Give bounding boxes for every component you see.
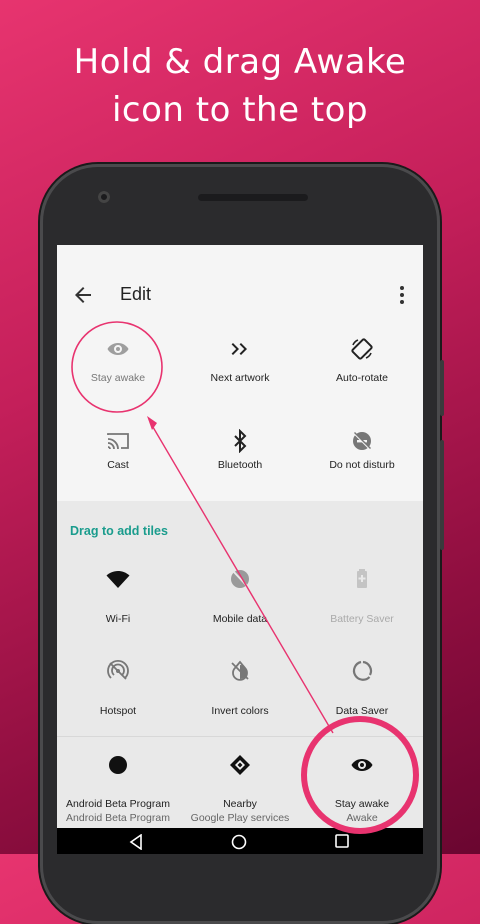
tile-label: Wi-Fi bbox=[105, 613, 131, 625]
tile-stay-awake[interactable]: Stay awake bbox=[57, 335, 179, 395]
eye-icon bbox=[107, 343, 129, 355]
volume-button bbox=[440, 440, 444, 550]
tile-invert-colors[interactable]: Invert colors bbox=[179, 659, 301, 719]
tile-sublabel: Awake bbox=[346, 812, 378, 824]
navigation-bar bbox=[57, 828, 423, 854]
app-bar: Edit bbox=[57, 273, 423, 317]
tile-battery-saver[interactable]: Battery Saver bbox=[301, 567, 423, 627]
tile-sublabel: Android Beta Program bbox=[66, 812, 170, 824]
tile-hotspot[interactable]: Hotspot bbox=[57, 659, 179, 719]
earpiece-speaker bbox=[198, 194, 308, 201]
tile-sublabel: Google Play services bbox=[190, 812, 290, 824]
circle-icon bbox=[109, 756, 127, 774]
headline-line-2: icon to the top bbox=[111, 90, 369, 130]
section-divider bbox=[57, 736, 423, 737]
tile-label: Hotspot bbox=[99, 705, 137, 717]
tile-label: Do not disturb bbox=[329, 459, 395, 471]
phone-screen: Edit Stay awake Next artwork Auto-rotate… bbox=[57, 245, 423, 854]
tile-label: Stay awake bbox=[90, 372, 146, 384]
tile-label: Nearby bbox=[223, 798, 257, 810]
fast-forward-icon bbox=[231, 343, 247, 355]
tile-label: Stay awake bbox=[334, 798, 390, 810]
tile-stay-awake-available[interactable]: Stay awake Awake bbox=[301, 753, 423, 829]
tile-label: Battery Saver bbox=[330, 613, 394, 625]
tile-bluetooth[interactable]: Bluetooth bbox=[179, 429, 301, 489]
do-not-disturb-icon bbox=[353, 432, 371, 450]
tile-label: Android Beta Program bbox=[66, 798, 170, 810]
tile-label: Cast bbox=[107, 459, 129, 471]
power-button bbox=[440, 360, 444, 416]
battery-saver-icon bbox=[357, 569, 367, 588]
tile-nearby[interactable]: Nearby Google Play services bbox=[179, 753, 301, 829]
nav-recents-icon[interactable] bbox=[335, 834, 349, 848]
front-camera bbox=[98, 191, 110, 203]
nearby-icon bbox=[230, 755, 250, 775]
nav-back-icon[interactable] bbox=[129, 834, 143, 850]
hotspot-icon bbox=[107, 659, 129, 680]
tile-label: Mobile data bbox=[212, 613, 268, 625]
more-vert-icon[interactable] bbox=[392, 283, 412, 307]
headline: Hold & drag Awake icon to the top bbox=[0, 38, 480, 134]
nav-home-icon[interactable] bbox=[231, 834, 247, 850]
cast-icon bbox=[107, 433, 129, 450]
tile-mobile-data[interactable]: Mobile data bbox=[179, 567, 301, 627]
tile-android-beta[interactable]: Android Beta Program Android Beta Progra… bbox=[57, 753, 179, 829]
tile-auto-rotate[interactable]: Auto-rotate bbox=[301, 335, 423, 395]
bluetooth-icon bbox=[234, 429, 247, 453]
tile-label: Next artwork bbox=[210, 372, 270, 384]
eye-icon bbox=[351, 759, 373, 771]
arrow-back-icon[interactable] bbox=[71, 283, 95, 307]
tile-data-saver[interactable]: Data Saver bbox=[301, 659, 423, 719]
tile-label: Bluetooth bbox=[217, 459, 263, 471]
data-saver-icon bbox=[352, 660, 373, 681]
tile-label: Auto-rotate bbox=[336, 372, 388, 384]
page-title: Edit bbox=[120, 284, 152, 304]
invert-colors-icon bbox=[231, 660, 249, 681]
tile-label: Data Saver bbox=[335, 705, 389, 717]
wifi-icon bbox=[106, 571, 130, 588]
screen-rotation-icon bbox=[351, 338, 373, 360]
tile-do-not-disturb[interactable]: Do not disturb bbox=[301, 429, 423, 489]
tile-next-artwork[interactable]: Next artwork bbox=[179, 335, 301, 395]
drag-to-add-label: Drag to add tiles bbox=[70, 524, 168, 538]
tile-label: Invert colors bbox=[211, 705, 269, 717]
mobile-data-off-icon bbox=[231, 570, 249, 588]
tile-cast[interactable]: Cast bbox=[57, 429, 179, 489]
tile-wifi[interactable]: Wi-Fi bbox=[57, 567, 179, 627]
headline-line-1: Hold & drag Awake bbox=[73, 42, 407, 82]
